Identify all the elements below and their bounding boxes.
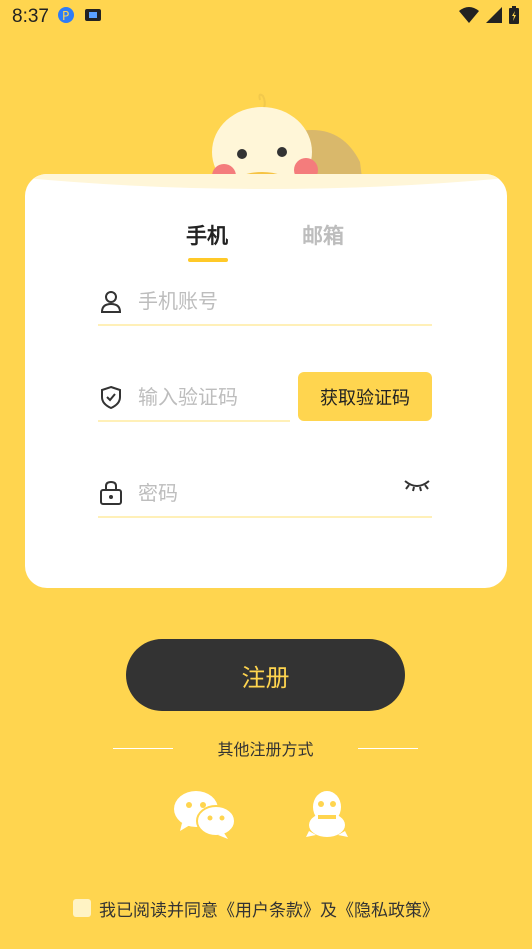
svg-text:P: P [62,9,69,23]
user-icon [98,288,124,314]
get-code-button[interactable]: 获取验证码 [298,372,432,421]
tab-email[interactable]: 邮箱 [302,220,344,250]
eye-closed-icon[interactable] [402,470,432,500]
battery-icon [508,5,520,29]
phone-input[interactable] [136,288,380,314]
code-field [98,374,290,422]
agreement-text[interactable]: 我已阅读并同意《用户条款》及《隐私政策》 [99,896,439,921]
tab-active-indicator [188,258,228,262]
wifi-icon [458,6,480,28]
agreement-row: 我已阅读并同意《用户条款》及《隐私政策》 [73,896,439,921]
lock-icon [98,480,124,506]
app-notification-icon: P [57,6,75,28]
status-time: 8:37 [12,6,49,27]
signal-icon [484,6,504,28]
tab-bar: 手机 邮箱 [25,220,507,264]
screen-share-icon [83,6,103,28]
card-flap-decoration [25,174,507,189]
qq-icon[interactable] [304,789,350,839]
divider-line-left [113,747,173,749]
register-card: 手机 邮箱 获取验证码 [25,174,507,588]
wechat-icon[interactable] [172,789,236,839]
phone-field [98,278,432,326]
other-methods-label: 其他注册方式 [217,740,314,759]
register-button[interactable]: 注册 [126,639,405,711]
password-field [98,470,432,518]
code-input[interactable] [136,384,280,410]
tab-phone[interactable]: 手机 [186,220,228,250]
status-bar: 8:37 P [0,0,532,34]
divider-line-right [357,747,418,749]
agreement-checkbox[interactable] [73,899,91,917]
shield-check-icon [98,384,124,410]
password-input[interactable] [136,480,380,506]
other-methods-divider: 其他注册方式 [113,736,418,760]
